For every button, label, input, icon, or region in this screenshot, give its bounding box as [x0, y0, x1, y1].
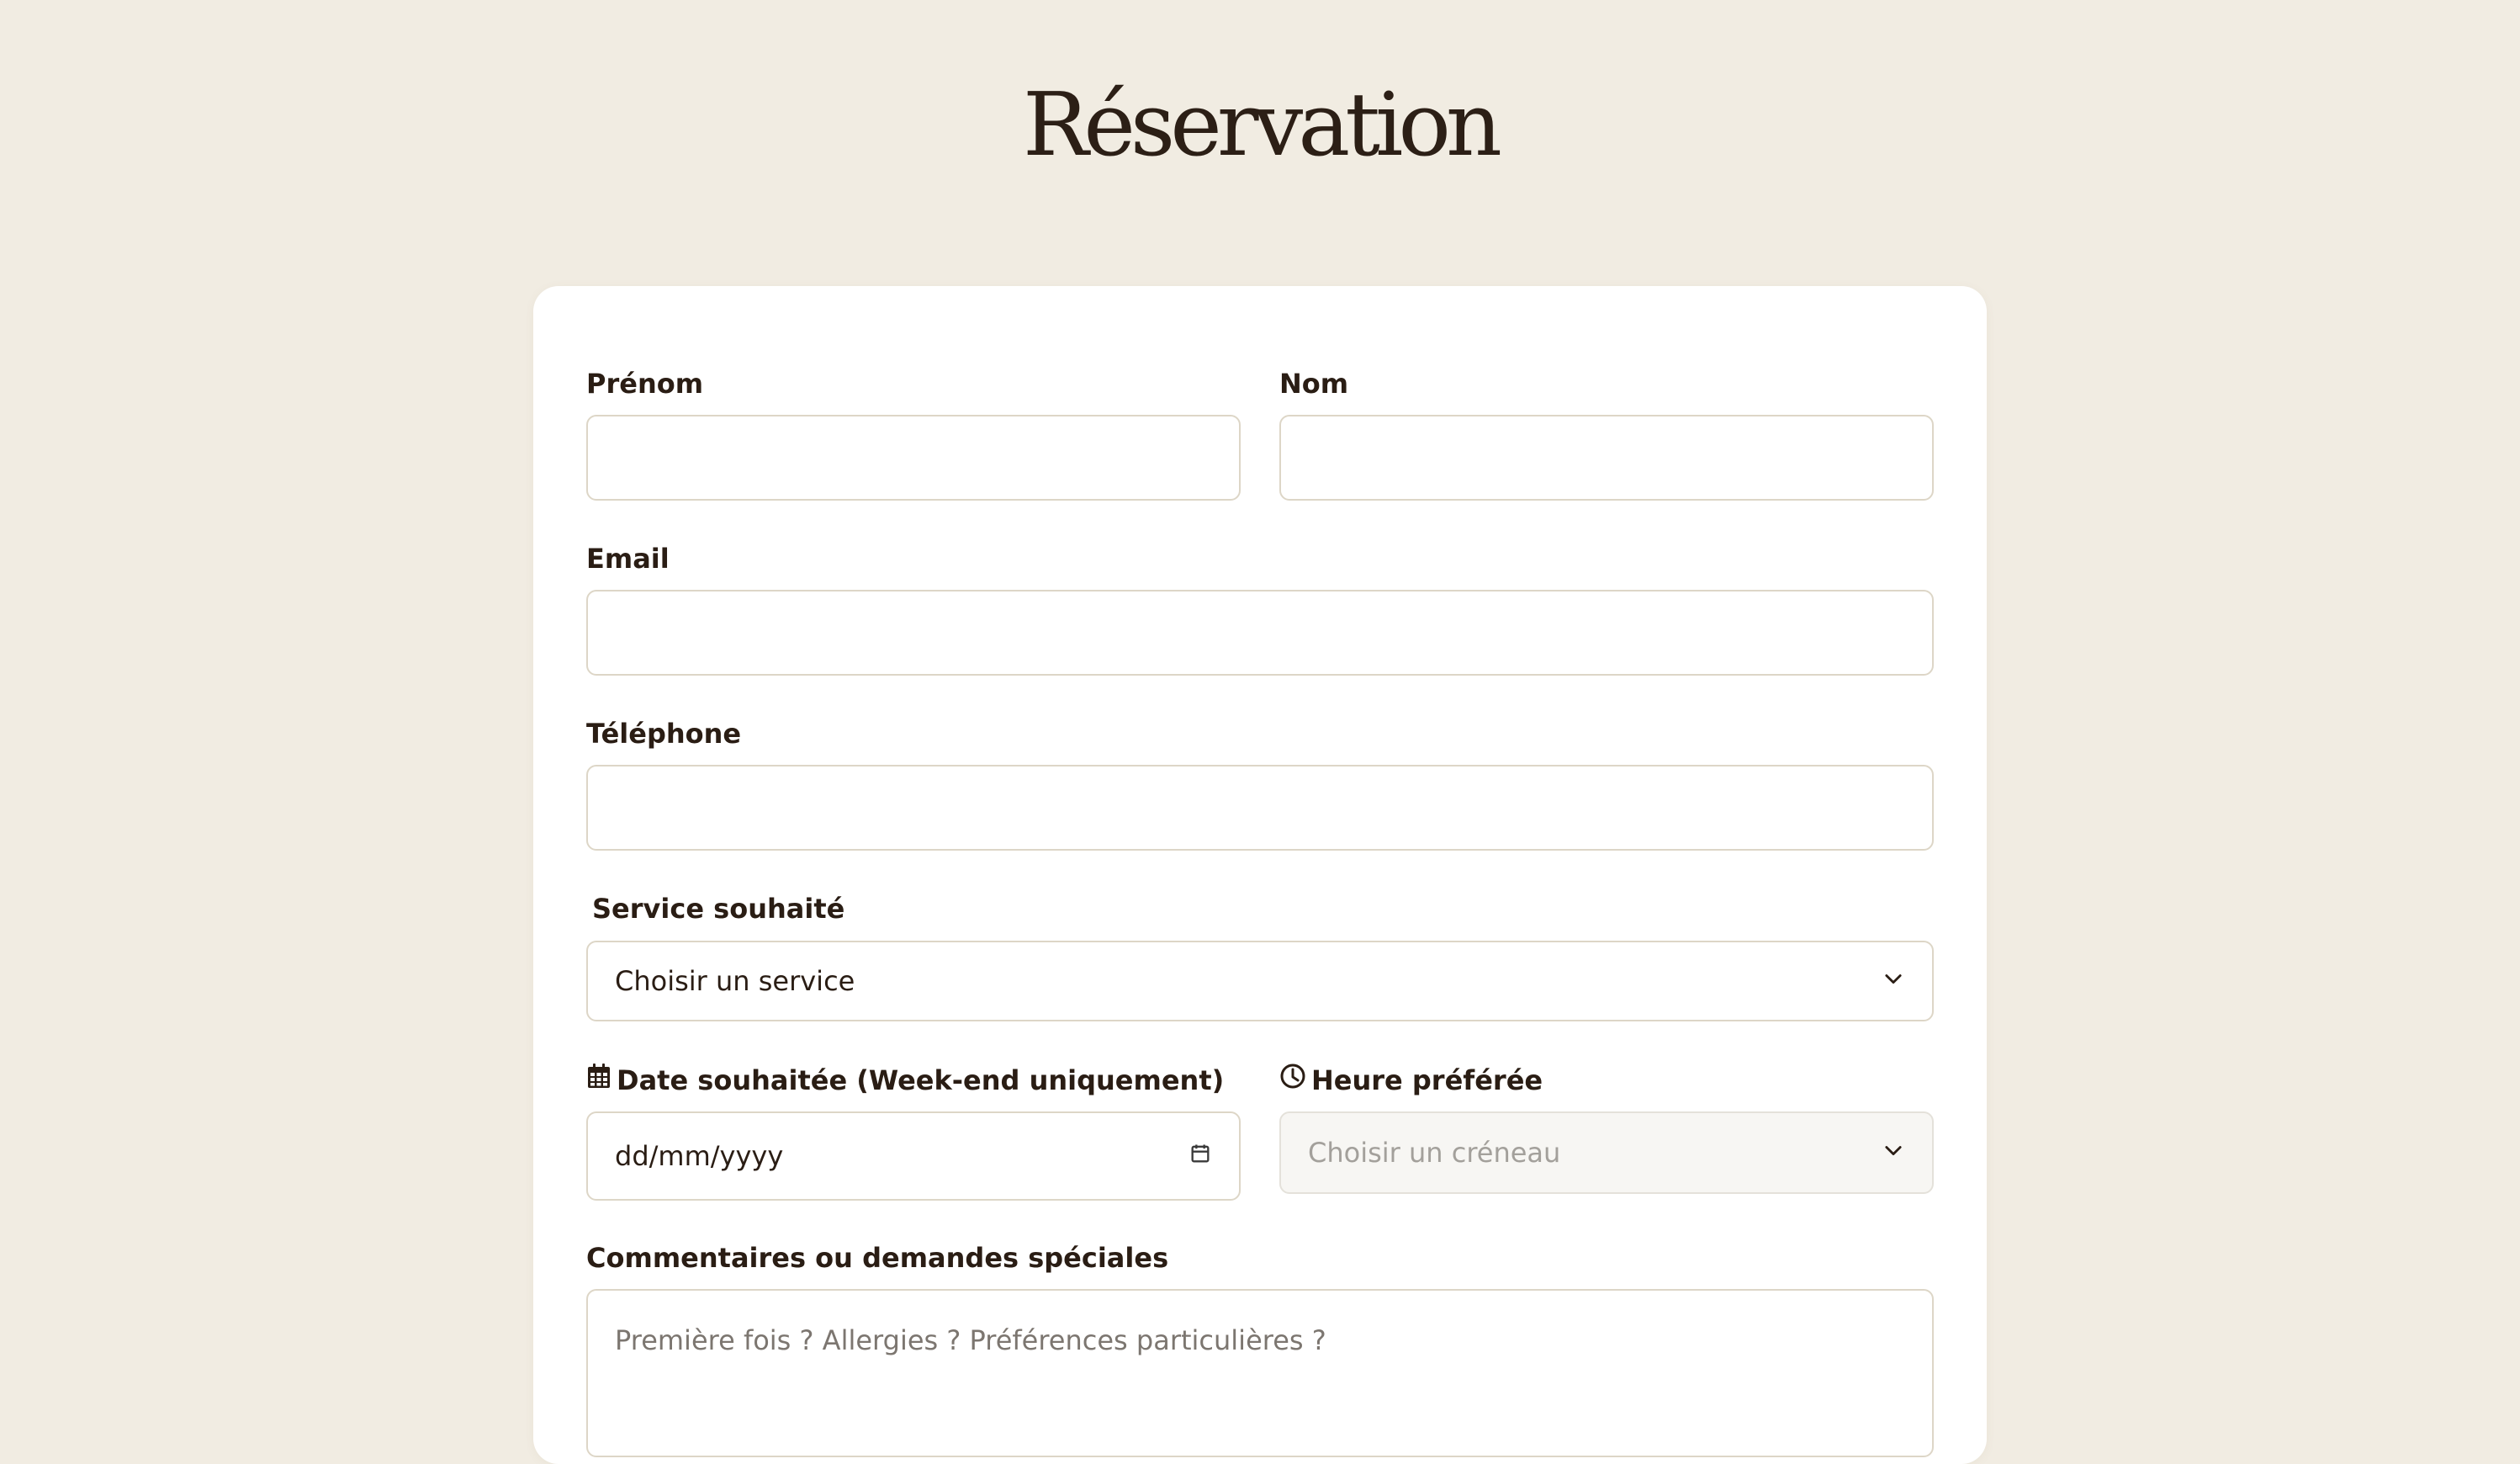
last-name-label: Nom — [1279, 368, 1349, 400]
service-select[interactable]: Choisir un service — [586, 941, 1934, 1021]
date-label-text: Date souhaitée (Week-end uniquement) — [617, 1064, 1225, 1096]
time-label-text: Heure préférée — [1311, 1064, 1543, 1096]
reservation-form-card: Prénom Nom Email Téléphone Service souha… — [533, 286, 1987, 1464]
date-label: Date souhaitée (Week-end uniquement) — [586, 1063, 1224, 1097]
phone-input[interactable] — [586, 765, 1934, 851]
chevron-down-icon — [1882, 965, 1905, 997]
email-label: Email — [586, 543, 670, 575]
calendar-picker-icon[interactable] — [1189, 1140, 1212, 1172]
first-name-input[interactable] — [586, 415, 1241, 501]
page-title: Réservation — [1023, 73, 1502, 176]
first-name-label: Prénom — [586, 368, 704, 400]
email-input[interactable] — [586, 590, 1934, 676]
comments-label: Commentaires ou demandes spéciales — [586, 1242, 1169, 1274]
service-label: Service souhaité — [592, 893, 845, 925]
time-label: Heure préférée — [1279, 1063, 1543, 1097]
service-selected-value: Choisir un service — [615, 965, 855, 997]
time-selected-value: Choisir un créneau — [1308, 1137, 1561, 1169]
comments-textarea[interactable] — [586, 1289, 1934, 1457]
date-input[interactable]: dd/mm/yyyy — [586, 1111, 1241, 1201]
phone-label: Téléphone — [586, 718, 742, 750]
last-name-input[interactable] — [1279, 415, 1934, 501]
chevron-down-icon — [1882, 1137, 1905, 1169]
calendar-icon — [586, 1063, 617, 1097]
time-select[interactable]: Choisir un créneau — [1279, 1111, 1934, 1194]
date-input-value: dd/mm/yyyy — [615, 1140, 784, 1172]
clock-icon — [1279, 1063, 1311, 1097]
